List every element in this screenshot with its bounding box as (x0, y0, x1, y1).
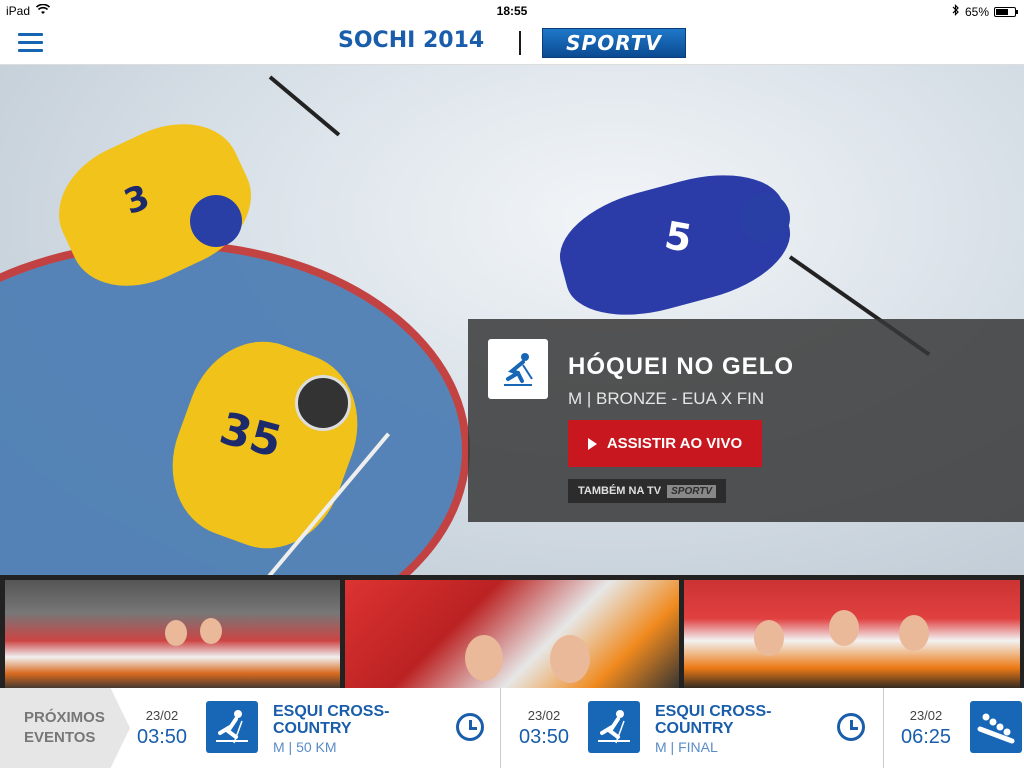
upcoming-label-line1: PRÓXIMOS (24, 709, 105, 726)
helmet (740, 193, 790, 243)
video-thumbnails (0, 575, 1024, 690)
sportv-logo: SPORTV (542, 28, 686, 58)
event-title: HÓQUEI NO GELO (568, 353, 795, 380)
battery-icon (994, 6, 1018, 17)
event-date: 23/02 (527, 708, 561, 723)
hero-banner[interactable]: 3 35 5 HÓQUEI NO GELO M | BRONZE - EUA X… (0, 65, 1024, 575)
goalie-mask (295, 375, 351, 431)
cross-country-skiing-icon (588, 701, 640, 753)
hamburger-icon-bar (18, 49, 43, 52)
play-icon (587, 437, 597, 450)
event-subtitle: M | BRONZE - EUA X FIN (568, 389, 765, 408)
event-detail: M | FINAL (655, 739, 718, 755)
reminder-clock-icon[interactable] (456, 713, 484, 741)
event-divider (883, 688, 884, 768)
upcoming-events-bar: PRÓXIMOS EVENTOS 23/02 03:50 ESQUI CROSS… (0, 688, 1024, 768)
featured-event-card: HÓQUEI NO GELO M | BRONZE - EUA X FIN AS… (468, 319, 1024, 522)
hamburger-icon-bar (18, 41, 43, 44)
event-date: 23/02 (909, 708, 943, 723)
battery-percent: 65% (964, 4, 989, 19)
watch-live-label: ASSISTIR AO VIVO (606, 435, 743, 452)
athlete-photo (754, 620, 784, 656)
event-time: 06:25 (900, 726, 952, 748)
event-divider (500, 688, 501, 768)
upcoming-event-item[interactable]: 23/02 06:25 (894, 688, 1024, 768)
video-thumbnail[interactable] (684, 580, 1020, 690)
upcoming-event-item[interactable]: 23/02 03:50 ESQUI CROSS-COUNTRY M | 50 K… (130, 688, 500, 768)
athlete-photo (165, 620, 187, 646)
athlete-photo (200, 618, 222, 644)
bluetooth-icon (952, 4, 960, 19)
clock-time: 18:55 (496, 4, 528, 18)
sochi-logo: SOCHI 2014 (338, 28, 485, 53)
hockey-stick (268, 75, 341, 137)
upcoming-events-label: PRÓXIMOS EVENTOS (0, 688, 130, 768)
event-detail: M | 50 KM (273, 739, 337, 755)
menu-button[interactable] (18, 33, 43, 53)
event-name: ESQUI CROSS-COUNTRY (655, 703, 772, 737)
upcoming-label-line2: EVENTOS (24, 729, 96, 746)
video-thumbnail[interactable] (345, 580, 679, 690)
athlete-photo (899, 615, 929, 651)
also-on-tv-badge: TAMBÉM NA TV SPORTV (568, 479, 727, 503)
also-on-tv-label: TAMBÉM NA TV (578, 485, 662, 497)
bobsleigh-icon (970, 701, 1022, 753)
video-thumbnail[interactable] (5, 580, 340, 690)
watch-live-button[interactable]: ASSISTIR AO VIVO (568, 420, 762, 467)
reminder-clock-icon[interactable] (837, 713, 865, 741)
logo-divider (519, 31, 521, 55)
event-time: 03:50 (518, 726, 570, 748)
cross-country-skiing-icon (206, 701, 258, 753)
hamburger-icon (18, 33, 43, 36)
ice-hockey-icon (488, 339, 548, 399)
event-date: 23/02 (145, 708, 179, 723)
upcoming-event-item[interactable]: 23/02 03:50 ESQUI CROSS-COUNTRY M | FINA… (512, 688, 882, 768)
status-bar: iPad 18:55 65% (0, 0, 1024, 22)
app-header: SOCHI 2014 SPORTV (0, 22, 1024, 65)
helmet (190, 195, 242, 247)
athlete-photo (550, 635, 590, 683)
athlete-photo (829, 610, 859, 646)
event-name: ESQUI CROSS-COUNTRY (273, 703, 390, 737)
sportv-mini-logo: SPORTV (667, 484, 717, 498)
athlete-photo (465, 635, 503, 681)
event-time: 03:50 (136, 726, 188, 748)
